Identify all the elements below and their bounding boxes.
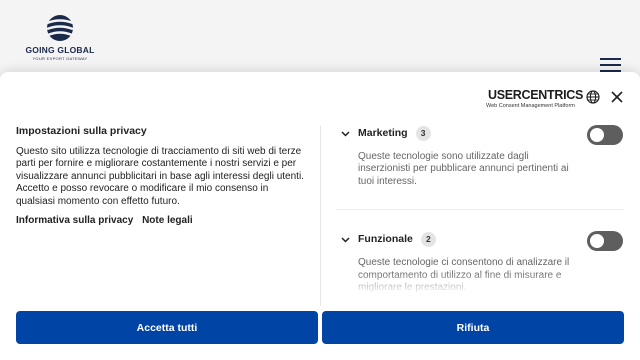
chevron-down-icon[interactable] (341, 235, 350, 244)
site-logo[interactable]: GOING GLOBAL YOUR EXPORT GATEWAY (24, 14, 96, 66)
column-divider (320, 126, 321, 306)
privacy-title: Impostazioni sulla privacy (16, 125, 147, 137)
usercentrics-wordmark: USERCENTRICS (488, 88, 584, 102)
close-icon[interactable] (611, 91, 623, 103)
category-marketing: Marketing 3 Queste tecnologie sono utili… (336, 124, 626, 211)
privacy-policy-link[interactable]: Informativa sulla privacy (16, 215, 133, 226)
privacy-description: Questo sito utilizza tecnologie di tracc… (16, 146, 304, 207)
marketing-toggle[interactable] (587, 125, 623, 145)
category-description: Queste tecnologie sono utilizzate dagli … (358, 151, 569, 187)
site-header: GOING GLOBAL YOUR EXPORT GATEWAY (0, 0, 640, 72)
globe-logo-icon (46, 15, 74, 41)
consent-banner: USERCENTRICS Web Consent Management Plat… (0, 72, 640, 360)
service-count-badge: 3 (415, 125, 431, 141)
usercentrics-logo: USERCENTRICS Web Consent Management Plat… (486, 88, 583, 109)
privacy-links: Informativa sulla privacy Note legali (16, 215, 306, 226)
consent-categories: Marketing 3 Queste tecnologie sono utili… (336, 124, 626, 292)
usercentrics-subtitle: Web Consent Management Platform (486, 103, 575, 109)
service-count-badge: 2 (420, 231, 436, 247)
globe-icon[interactable] (586, 90, 600, 104)
hamburger-menu-icon[interactable] (600, 58, 622, 72)
chevron-down-icon[interactable] (341, 129, 350, 138)
category-separator (336, 209, 624, 211)
deny-button[interactable]: Rifiuta (322, 311, 624, 344)
functional-toggle[interactable] (587, 231, 623, 252)
privacy-intro: Impostazioni sulla privacy Questo sito u… (16, 125, 306, 226)
legal-notes-link[interactable]: Note legali (142, 215, 193, 226)
logo-name: GOING GLOBAL (25, 45, 95, 55)
category-title[interactable]: Marketing (358, 127, 408, 139)
accept-all-button[interactable]: Accetta tutti (16, 311, 318, 344)
category-title[interactable]: Funzionale (358, 233, 413, 245)
scroll-fade (336, 272, 626, 294)
logo-tagline: YOUR EXPORT GATEWAY (32, 56, 88, 61)
